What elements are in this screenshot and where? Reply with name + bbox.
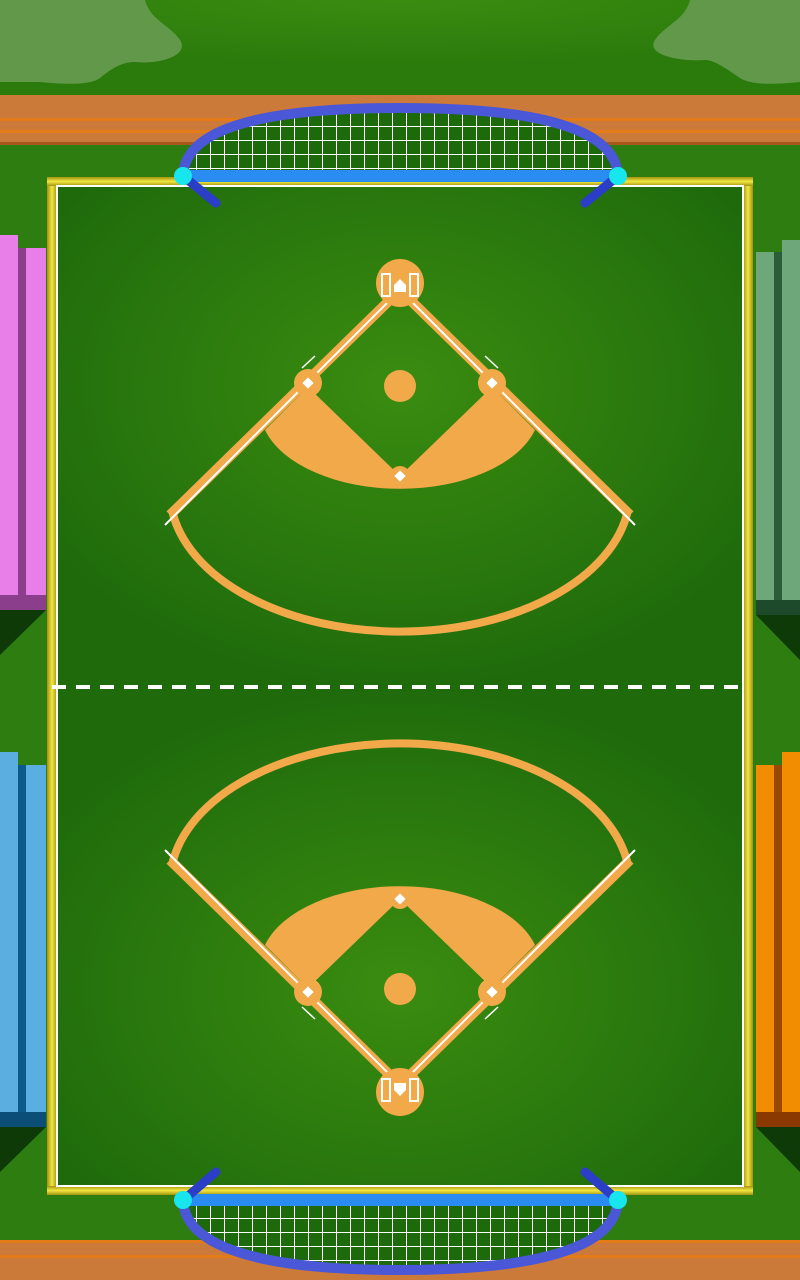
goal-post-left-top: [174, 167, 192, 185]
goal-crossbar-bottom: [183, 1194, 618, 1206]
game-board: [0, 0, 800, 1280]
stand-left-bottom: [0, 752, 46, 1172]
stand-right-bottom: [756, 752, 800, 1172]
goal-crossbar-top: [183, 170, 618, 182]
stand-right-top: [756, 240, 800, 660]
goal-post-right-top: [609, 167, 627, 185]
goal-post-left-bottom: [174, 1191, 192, 1209]
stand-left-top: [0, 235, 46, 655]
goal-post-right-bottom: [609, 1191, 627, 1209]
pitchers-mound-top: [384, 370, 416, 402]
pitchers-mound-bottom: [384, 973, 416, 1005]
